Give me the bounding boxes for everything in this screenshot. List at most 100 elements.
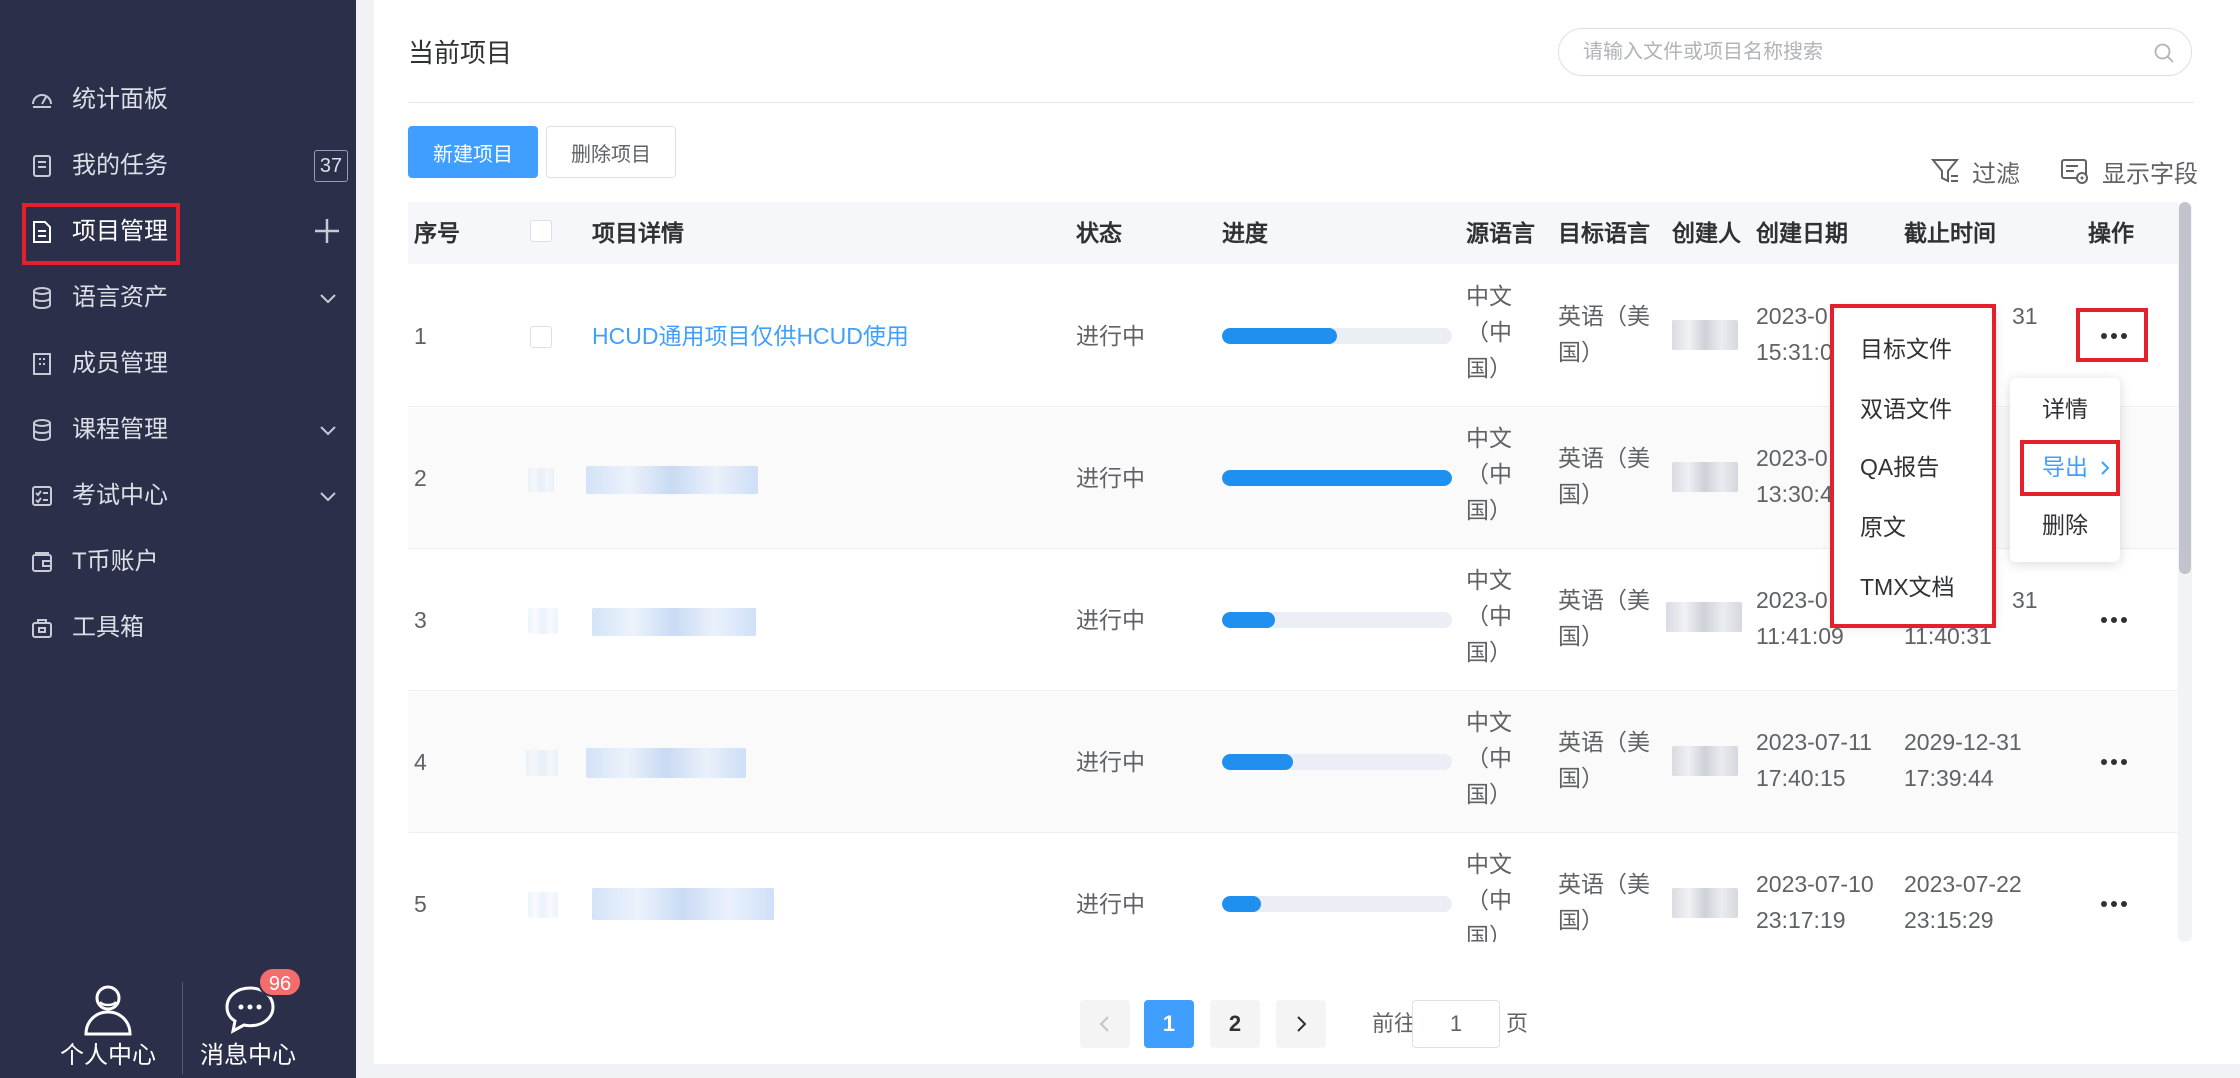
- search-input[interactable]: [1583, 37, 2143, 67]
- created-date: 2023-07-10: [1756, 871, 1874, 897]
- more-icon[interactable]: [2096, 898, 2132, 910]
- progress-fill: [1222, 328, 1337, 344]
- message-count-badge: 96: [258, 967, 302, 997]
- checklist-icon: [32, 486, 52, 506]
- deadline-date: 2023-07-22: [1904, 871, 2022, 897]
- created-time: 13:30:4: [1756, 481, 1833, 507]
- sidebar-item-language-assets[interactable]: 语言资产: [0, 270, 356, 326]
- creator-avatar-blurred: [1672, 320, 1738, 350]
- page-title: 当前项目: [408, 38, 513, 68]
- creator-avatar-blurred: [1666, 602, 1742, 632]
- status-text: 进行中: [1076, 891, 1145, 917]
- project-name-blurred[interactable]: [586, 748, 746, 778]
- deadline-date: 31: [2012, 303, 2038, 329]
- column-header-created-date: 创建日期: [1756, 220, 1848, 246]
- created-time: 23:17:19: [1756, 907, 1846, 933]
- more-icon[interactable]: [2096, 756, 2132, 768]
- progress-bar: [1222, 328, 1452, 344]
- target-language: 英语（美: [1558, 871, 1650, 897]
- chevron-left-icon: [1099, 1016, 1109, 1032]
- scrollbar-thumb[interactable]: [2179, 202, 2191, 574]
- select-all-checkbox[interactable]: [530, 220, 552, 242]
- prev-page-button[interactable]: [1080, 1000, 1130, 1048]
- sidebar-item-label: 课程管理: [72, 416, 168, 443]
- sidebar-item-dashboard[interactable]: 统计面板: [0, 72, 356, 128]
- sidebar-item-label: 工具箱: [72, 614, 144, 641]
- project-name-link[interactable]: HCUD通用项目仅供HCUD使用: [592, 318, 909, 354]
- created-time: 17:40:15: [1756, 765, 1846, 791]
- search-icon[interactable]: [2153, 42, 2175, 64]
- filter-label: 过滤: [1972, 160, 2020, 188]
- source-language: 国）: [1466, 923, 1512, 942]
- display-fields-button[interactable]: 显示字段: [2060, 154, 2198, 188]
- database-icon: [33, 287, 51, 310]
- deadline-time: 17:39:44: [1904, 765, 1994, 791]
- delete-project-button[interactable]: 删除项目: [546, 126, 676, 178]
- row-checkbox-blurred: [528, 608, 558, 634]
- created-date: 2023-0: [1756, 303, 1828, 329]
- action-delete-item[interactable]: 删除: [2042, 508, 2088, 542]
- chevron-down-icon: [320, 492, 336, 502]
- goto-page-input[interactable]: [1412, 1000, 1500, 1048]
- deadline-date: 2029-12-31: [1904, 729, 2022, 755]
- sidebar-item-course-management[interactable]: 课程管理: [0, 402, 356, 458]
- created-date: 2023-0: [1756, 587, 1828, 613]
- sidebar-item-label: 统计面板: [72, 86, 168, 113]
- deadline-date: 31: [2012, 587, 2038, 613]
- display-fields-label: 显示字段: [2102, 160, 2198, 188]
- status-text: 进行中: [1076, 749, 1145, 775]
- task-icon: [33, 155, 51, 177]
- sidebar-item-my-tasks[interactable]: 我的任务 37: [0, 138, 356, 194]
- project-name-blurred[interactable]: [586, 466, 758, 494]
- sidebar-item-t-coin-account[interactable]: T币账户: [0, 534, 356, 590]
- goto-prefix: 前往: [1372, 1011, 1417, 1036]
- source-language: 国）: [1466, 781, 1512, 807]
- more-icon[interactable]: [2096, 614, 2132, 626]
- action-details-item[interactable]: 详情: [2042, 392, 2088, 426]
- sidebar-item-label: 我的任务: [72, 152, 168, 179]
- source-language: 中文: [1466, 709, 1512, 735]
- column-header-progress: 进度: [1222, 220, 1268, 246]
- row-number: 2: [414, 465, 427, 491]
- task-count-badge: 37: [314, 150, 348, 182]
- project-name-blurred[interactable]: [592, 608, 756, 636]
- chevron-down-icon: [320, 426, 336, 436]
- sidebar-item-exam-center[interactable]: 考试中心: [0, 468, 356, 524]
- column-header-creator: 创建人: [1672, 220, 1741, 246]
- progress-fill: [1222, 470, 1452, 486]
- page-2-button[interactable]: 2: [1210, 1000, 1260, 1048]
- row-checkbox-blurred: [526, 750, 558, 776]
- target-language: 国）: [1558, 765, 1604, 791]
- add-project-icon[interactable]: [312, 216, 342, 246]
- project-name-blurred[interactable]: [592, 888, 774, 920]
- target-language: 国）: [1558, 339, 1604, 365]
- sidebar-item-member-management[interactable]: 成员管理: [0, 336, 356, 392]
- next-page-button[interactable]: [1276, 1000, 1326, 1048]
- row-checkbox[interactable]: [530, 326, 552, 348]
- target-language: 英语（美: [1558, 303, 1650, 329]
- created-time: 15:31:0: [1756, 339, 1833, 365]
- sidebar-item-label: 语言资产: [72, 284, 168, 311]
- target-language: 国）: [1558, 907, 1604, 933]
- profile-center-button[interactable]: 个人中心: [38, 970, 178, 1078]
- column-header-no: 序号: [414, 220, 460, 246]
- message-center-label: 消息中心: [200, 1042, 296, 1069]
- progress-bar: [1222, 470, 1452, 486]
- column-header-status: 状态: [1076, 220, 1122, 246]
- source-language: 国）: [1466, 497, 1512, 523]
- target-language: 英语（美: [1558, 445, 1650, 471]
- row-checkbox-blurred: [528, 468, 554, 492]
- sidebar-item-toolbox[interactable]: 工具箱: [0, 600, 356, 656]
- sidebar-item-label: T币账户: [72, 548, 159, 575]
- table-scrollbar[interactable]: [2178, 202, 2192, 942]
- new-project-button[interactable]: 新建项目: [408, 126, 538, 178]
- database-icon: [33, 419, 51, 442]
- table-header: 序号 项目详情 状态 进度 源语言 目标语言 创建人 创建日期 截止时间 操作: [408, 202, 2178, 264]
- source-language: 中文: [1466, 567, 1512, 593]
- column-header-deadline: 截止时间: [1904, 220, 1996, 246]
- page-1-button[interactable]: 1: [1144, 1000, 1194, 1048]
- filter-button[interactable]: 过滤: [1930, 154, 2020, 188]
- sidebar: 统计面板 我的任务 37 项目管理 语言资产 成员管理 课程管理 考试中心 T币…: [0, 0, 356, 1078]
- progress-bar: [1222, 612, 1452, 628]
- target-language: 国）: [1558, 623, 1604, 649]
